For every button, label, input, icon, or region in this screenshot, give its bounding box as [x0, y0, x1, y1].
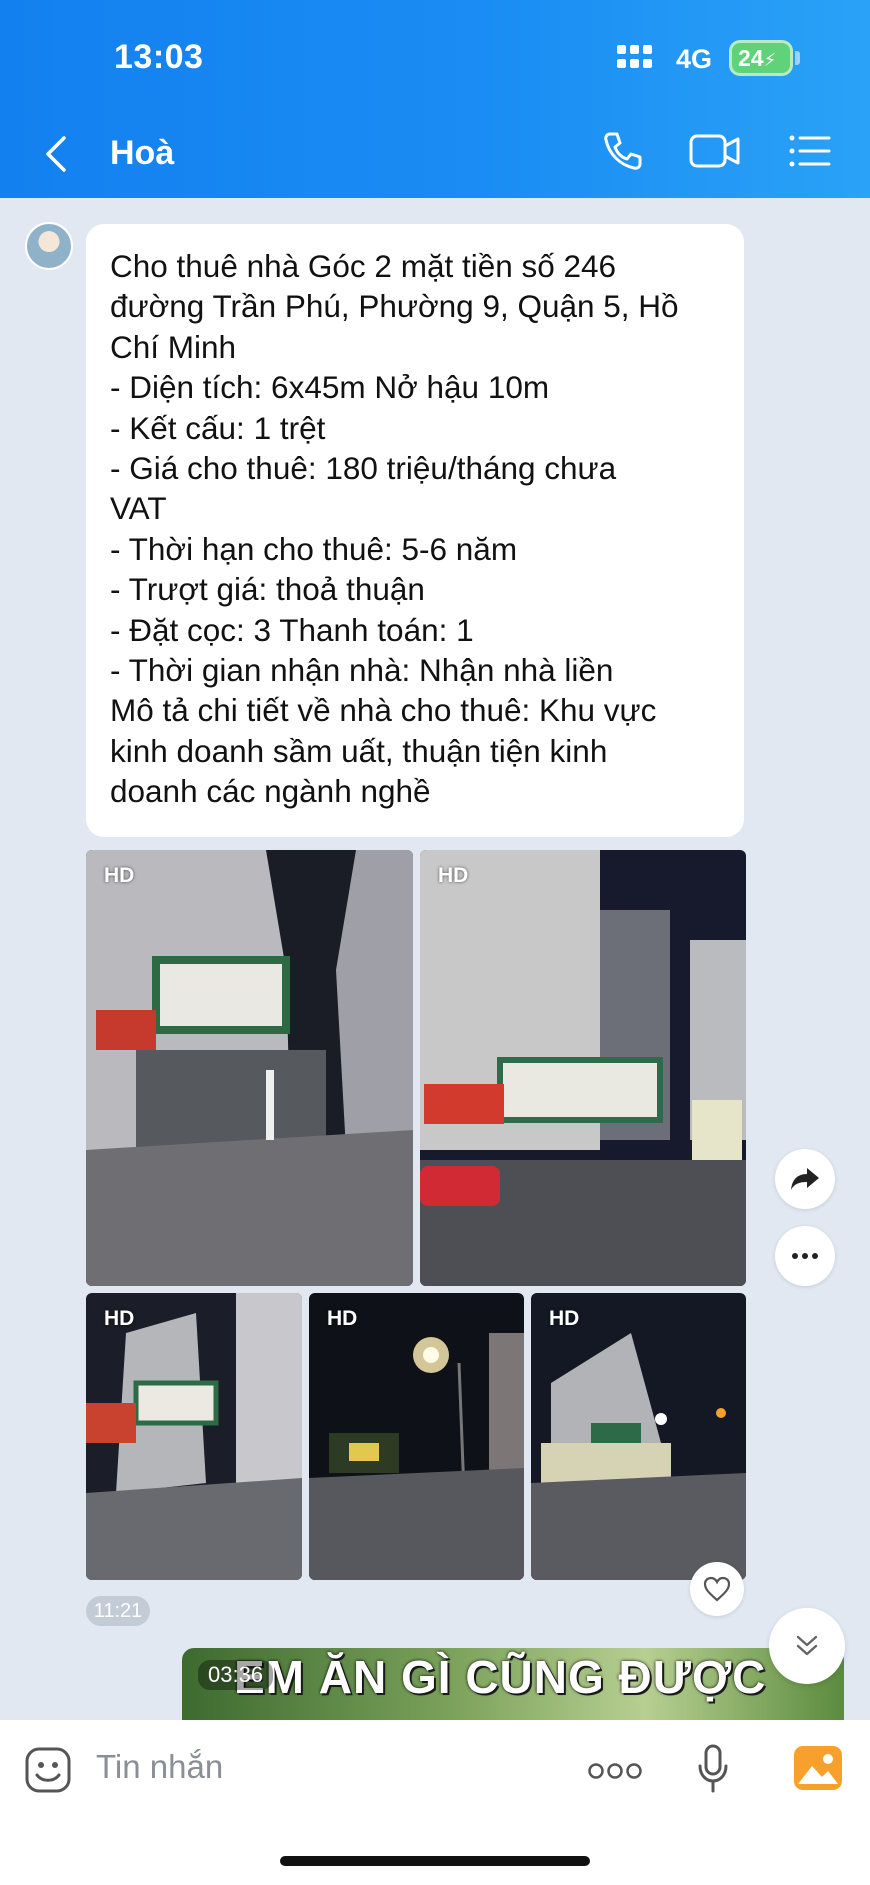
message-time: 11:21: [86, 1596, 150, 1626]
photo-5[interactable]: HD: [531, 1293, 746, 1580]
photo-4[interactable]: HD: [309, 1293, 524, 1580]
photo-3-image: [86, 1293, 302, 1580]
hd-badge: HD: [549, 1307, 580, 1330]
status-time: 13:03: [114, 38, 204, 76]
scroll-to-bottom-button[interactable]: [769, 1608, 845, 1684]
chevron-left-icon[interactable]: [40, 134, 76, 174]
hd-badge: HD: [438, 864, 469, 887]
video-call-icon[interactable]: [688, 128, 742, 174]
hd-badge: HD: [327, 1307, 358, 1330]
network-type: 4G: [676, 44, 713, 74]
double-chevron-down-icon: [796, 1635, 818, 1656]
heart-icon: [703, 1576, 731, 1602]
gallery-image-icon[interactable]: [792, 1744, 844, 1792]
home-indicator: [280, 1856, 590, 1866]
photo-4-image: [309, 1293, 524, 1580]
video-message[interactable]: EM ĂN GÌ CŨNG ĐƯỢC 03:36: [182, 1648, 844, 1720]
battery-tip: [795, 51, 800, 65]
hd-badge: HD: [104, 864, 135, 887]
more-dots-icon: [792, 1253, 818, 1259]
sender-avatar[interactable]: [25, 222, 73, 270]
message-input[interactable]: Tin nhắn: [96, 1748, 223, 1786]
photo-1[interactable]: HD: [86, 850, 413, 1286]
photo-1-image: [86, 850, 413, 1286]
video-duration: 03:36: [198, 1660, 274, 1690]
share-arrow-icon: [791, 1168, 819, 1190]
forward-button[interactable]: [775, 1149, 835, 1209]
photo-2-image: [420, 850, 746, 1286]
emoji-sticker-icon[interactable]: [24, 1746, 72, 1794]
more-actions-icon[interactable]: [588, 1762, 642, 1780]
hd-badge: HD: [104, 1307, 135, 1330]
react-button[interactable]: [690, 1562, 744, 1616]
photo-3[interactable]: HD: [86, 1293, 302, 1580]
photo-2[interactable]: HD: [420, 850, 746, 1286]
video-caption: EM ĂN GÌ CŨNG ĐƯỢC: [234, 1651, 767, 1703]
contact-name[interactable]: Hoà: [110, 134, 174, 173]
chat-header: 13:03 4G 24⚡ Hoà: [0, 0, 870, 198]
menu-list-icon[interactable]: [788, 128, 832, 174]
signal-icon: [617, 45, 655, 75]
photo-5-image: [531, 1293, 746, 1580]
battery-icon: 24⚡: [729, 40, 793, 76]
phone-icon[interactable]: [600, 128, 646, 174]
message-bubble[interactable]: Cho thuê nhà Góc 2 mặt tiền số 246 đường…: [86, 224, 744, 837]
microphone-icon[interactable]: [696, 1744, 730, 1794]
more-options-button[interactable]: [775, 1226, 835, 1286]
